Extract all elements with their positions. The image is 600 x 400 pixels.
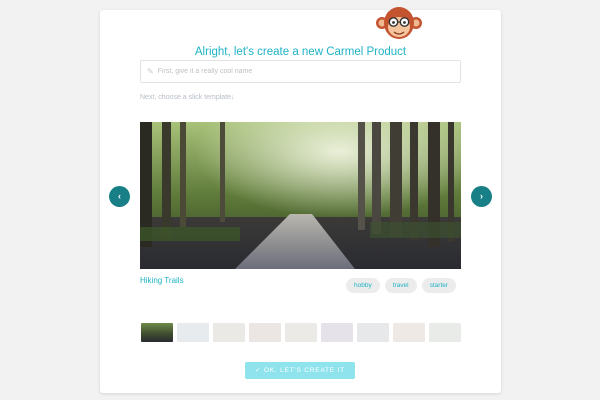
thumbnail-hiking-trails[interactable] <box>141 323 173 342</box>
carousel-prev-button[interactable]: ‹ <box>109 186 130 207</box>
thumbnail-template-8[interactable] <box>393 323 425 342</box>
carousel-next-button[interactable]: › <box>471 186 492 207</box>
thumbnail-template-3[interactable] <box>213 323 245 342</box>
template-preview-image <box>140 122 461 269</box>
thumbnail-template-7[interactable] <box>357 323 389 342</box>
template-thumbnails <box>141 323 461 342</box>
thumbnail-template-6[interactable] <box>321 323 353 342</box>
template-name: Hiking Trails <box>140 276 184 285</box>
tag-travel: travel <box>384 278 417 293</box>
product-name-input[interactable] <box>157 68 448 75</box>
template-tags: hobby travel starter <box>346 278 457 293</box>
pencil-icon: ✎ <box>147 67 154 76</box>
check-icon: ✓ <box>255 367 262 374</box>
page-title: Alright, let's create a new Carmel Produ… <box>194 46 407 58</box>
thumbnail-template-4[interactable] <box>249 323 281 342</box>
tag-hobby: hobby <box>346 278 380 293</box>
product-name-field[interactable]: ✎ <box>140 60 461 83</box>
thumbnail-template-9[interactable] <box>429 323 461 342</box>
tag-starter: starter <box>421 278 457 293</box>
create-button-label: OK, LET'S CREATE IT <box>263 367 345 374</box>
chevron-right-icon: › <box>480 191 483 201</box>
create-product-card: Alright, let's create a new Carmel Produ… <box>100 7 501 393</box>
thumbnail-template-2[interactable] <box>177 323 209 342</box>
create-product-button[interactable]: ✓ OK, LET'S CREATE IT <box>245 362 355 379</box>
monkey-logo <box>376 7 422 39</box>
thumbnail-template-5[interactable] <box>285 323 317 342</box>
template-hint: Next, choose a slick template↓ <box>140 94 235 101</box>
chevron-left-icon: ‹ <box>118 191 121 201</box>
